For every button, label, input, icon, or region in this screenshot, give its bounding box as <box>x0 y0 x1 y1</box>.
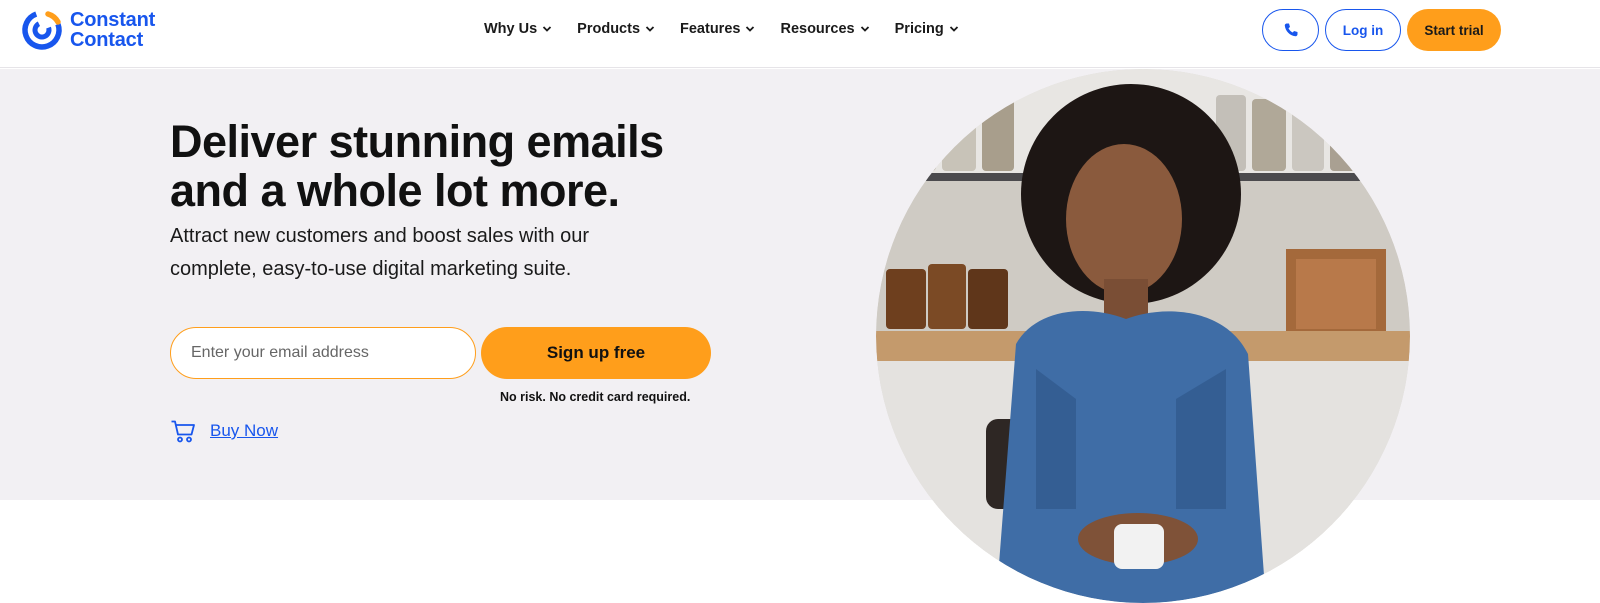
headline-line1: Deliver stunning emails <box>170 116 664 167</box>
site-header: Constant Contact Why Us Products Feature… <box>0 0 1600 68</box>
call-button[interactable] <box>1262 9 1319 51</box>
chevron-down-icon <box>860 26 869 32</box>
constant-contact-logo-icon <box>22 10 62 50</box>
nav-features[interactable]: Features <box>680 18 755 40</box>
nav-label: Products <box>577 21 641 37</box>
hero-section: Deliver stunning emails and a whole lot … <box>0 69 1600 603</box>
email-input[interactable] <box>170 327 476 379</box>
chevron-down-icon <box>543 26 552 32</box>
login-button[interactable]: Log in <box>1325 9 1401 51</box>
nav-label: Why Us <box>484 21 538 37</box>
main-nav: Why Us Products Features Resources Prici… <box>484 18 984 40</box>
woman-portrait-photo <box>876 69 1410 603</box>
chevron-down-icon <box>645 26 655 32</box>
phone-icon <box>1284 23 1297 37</box>
buy-now-row: Buy Now <box>170 418 278 444</box>
brand-line1: Constant <box>70 9 156 31</box>
start-trial-button[interactable]: Start trial <box>1407 9 1501 51</box>
signup-free-button[interactable]: Sign up free <box>481 327 711 379</box>
nav-label: Features <box>680 21 741 37</box>
nav-resources[interactable]: Resources <box>780 18 869 40</box>
brand-wordmark: Constant Contact <box>70 10 155 50</box>
nav-label: Pricing <box>894 21 944 37</box>
buy-now-link[interactable]: Buy Now <box>210 421 278 441</box>
brand-line2: Contact <box>70 29 144 51</box>
brand-logo[interactable]: Constant Contact <box>20 8 155 52</box>
cart-icon <box>171 420 195 443</box>
nav-products[interactable]: Products <box>577 18 655 40</box>
hero-subhead: Attract new customers and boost sales wi… <box>170 225 590 280</box>
chevron-down-icon <box>746 26 755 32</box>
nav-label: Resources <box>780 21 855 37</box>
nav-pricing[interactable]: Pricing <box>895 18 959 40</box>
nav-why-us[interactable]: Why Us <box>484 18 552 40</box>
no-risk-disclaimer: No risk. No credit card required. <box>500 390 691 404</box>
headline-line2: and a whole lot more. <box>170 165 620 216</box>
chevron-down-icon <box>949 26 958 32</box>
hero-headline: Deliver stunning emails and a whole lot … <box>170 117 664 215</box>
